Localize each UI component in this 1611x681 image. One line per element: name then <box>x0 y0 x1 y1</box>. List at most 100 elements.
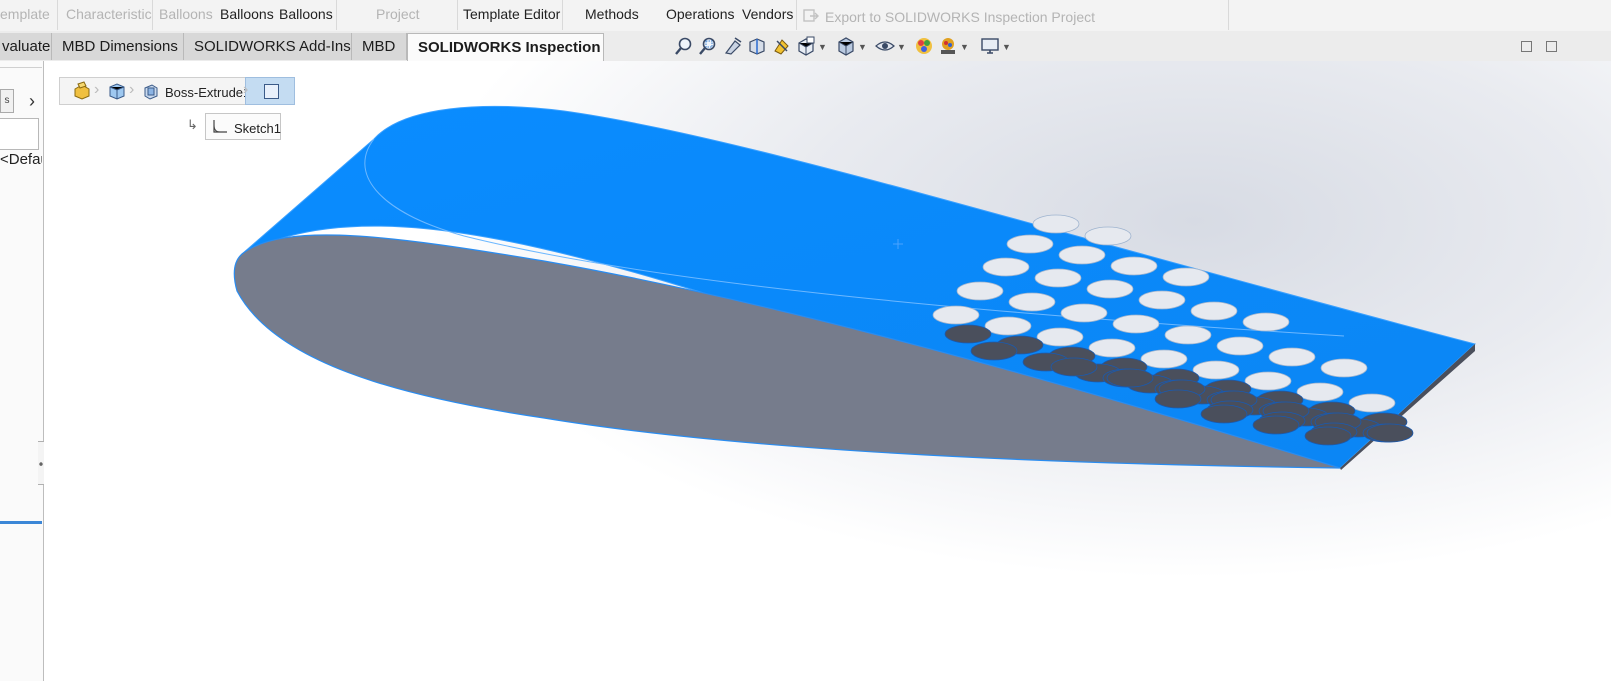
ribbon-divider <box>796 0 797 30</box>
hole <box>1006 234 1054 254</box>
hole <box>1088 338 1136 358</box>
hole <box>1320 358 1368 378</box>
characteristic-button[interactable]: Characteristic <box>66 6 152 22</box>
apply-scene-icon[interactable] <box>938 36 958 56</box>
hole <box>1348 393 1396 413</box>
hole <box>1242 312 1290 332</box>
template-button[interactable]: emplate <box>0 6 50 22</box>
breadcrumb-sketch[interactable]: Sketch1 <box>205 113 281 140</box>
template-editor-button[interactable]: Template Editor <box>463 6 560 22</box>
tab-solidworks-add-ins[interactable]: SOLIDWORKS Add-Ins <box>184 33 352 60</box>
dynamic-annotation-icon[interactable] <box>772 36 792 56</box>
hole <box>1190 301 1238 321</box>
tab-evaluate[interactable]: valuate <box>0 33 52 60</box>
breadcrumb-separator-icon: › <box>94 81 100 98</box>
vendors-button[interactable]: Vendors <box>742 6 793 22</box>
child-arrow-icon: ↳ <box>187 117 198 132</box>
hole <box>1164 325 1212 345</box>
hole <box>932 305 980 325</box>
ribbon-divider <box>57 0 58 30</box>
hole <box>1050 357 1098 377</box>
hole <box>1162 267 1210 287</box>
view-orientation-icon[interactable] <box>796 36 816 56</box>
export-to-inspection-project-button[interactable]: Export to SOLIDWORKS Inspection Project <box>825 9 1095 25</box>
hole <box>1200 404 1248 424</box>
display-style-icon[interactable] <box>836 36 856 56</box>
balloons-button-disabled[interactable]: Balloons <box>159 6 213 22</box>
hole <box>1192 360 1240 380</box>
tab-solidworks-inspection[interactable]: SOLIDWORKS Inspection <box>407 33 604 62</box>
ribbon-divider <box>562 0 563 30</box>
chevron-down-icon[interactable]: ▼ <box>858 42 867 52</box>
filter-field[interactable] <box>0 118 39 150</box>
chevron-down-icon[interactable]: ▼ <box>897 42 906 52</box>
hole <box>1086 279 1134 299</box>
graphics-area[interactable] <box>44 61 1611 681</box>
collapse-left-icon[interactable] <box>1521 41 1532 52</box>
assembly-icon[interactable] <box>72 81 92 101</box>
hole <box>1058 245 1106 265</box>
ribbon-divider <box>336 0 337 30</box>
hole <box>1366 423 1414 443</box>
view-settings-icon[interactable] <box>980 36 1000 56</box>
hole <box>1036 327 1084 347</box>
hole <box>1034 268 1082 288</box>
hole <box>970 341 1018 361</box>
chevron-down-icon[interactable]: ▼ <box>818 42 827 52</box>
hole <box>1110 256 1158 276</box>
collapse-right-icon[interactable] <box>1546 41 1557 52</box>
hole <box>1296 382 1344 402</box>
hole <box>1008 292 1056 312</box>
zoom-to-area-icon[interactable] <box>698 36 718 56</box>
hole <box>1268 347 1316 367</box>
feature-manager-panel: s › <Default ⦁ <box>0 61 46 681</box>
section-view-icon[interactable] <box>747 36 767 56</box>
hole <box>1304 426 1352 446</box>
operations-button[interactable]: Operations <box>666 6 734 22</box>
airfoil-model[interactable] <box>44 61 1611 681</box>
grip-icon: ⦁ <box>39 459 43 468</box>
methods-button[interactable]: Methods <box>585 6 639 22</box>
chevron-down-icon[interactable]: ▼ <box>1002 42 1011 52</box>
hole <box>1244 371 1292 391</box>
sketch-icon <box>213 120 227 133</box>
hole <box>1140 349 1188 369</box>
hole <box>982 257 1030 277</box>
hole <box>1154 389 1202 409</box>
hole <box>1084 226 1132 246</box>
configuration-label: <Default <box>0 151 42 168</box>
hole <box>1106 368 1154 388</box>
panel-divider <box>0 62 42 68</box>
breadcrumb-separator-icon: › <box>243 81 249 98</box>
breadcrumb-separator-icon: › <box>129 81 135 98</box>
balloons-button-2[interactable]: Balloons <box>279 6 333 22</box>
panel-tab-button[interactable]: s <box>0 89 14 113</box>
part-icon[interactable] <box>107 81 127 101</box>
zoom-to-fit-icon[interactable] <box>674 36 694 56</box>
tab-mbd[interactable]: MBD <box>352 33 407 60</box>
hole <box>984 316 1032 336</box>
chevron-down-icon[interactable]: ▼ <box>960 42 969 52</box>
project-button[interactable]: Project <box>376 6 420 22</box>
ribbon-divider <box>457 0 458 30</box>
edit-appearance-icon[interactable] <box>914 36 934 56</box>
progress-indicator <box>0 521 42 524</box>
chevron-right-icon[interactable]: › <box>22 89 42 113</box>
hole <box>944 324 992 344</box>
breadcrumb-feature[interactable]: Boss-Extrude1 <box>165 85 250 100</box>
hide-show-items-icon[interactable] <box>875 36 895 56</box>
previous-view-icon[interactable] <box>723 36 743 56</box>
hole <box>1216 336 1264 356</box>
export-icon <box>803 8 819 26</box>
hole <box>1032 214 1080 234</box>
tab-mbd-dimensions[interactable]: MBD Dimensions <box>52 33 184 60</box>
balloons-button[interactable]: Balloons <box>220 6 274 22</box>
ribbon-divider <box>1228 0 1229 30</box>
command-ribbon: emplate Characteristic Balloons Balloons… <box>0 0 1611 32</box>
extrude-feature-icon[interactable] <box>141 81 161 101</box>
ribbon-divider <box>152 0 153 30</box>
hole <box>1060 303 1108 323</box>
hole <box>1252 415 1300 435</box>
hole <box>956 281 1004 301</box>
hole <box>1138 290 1186 310</box>
